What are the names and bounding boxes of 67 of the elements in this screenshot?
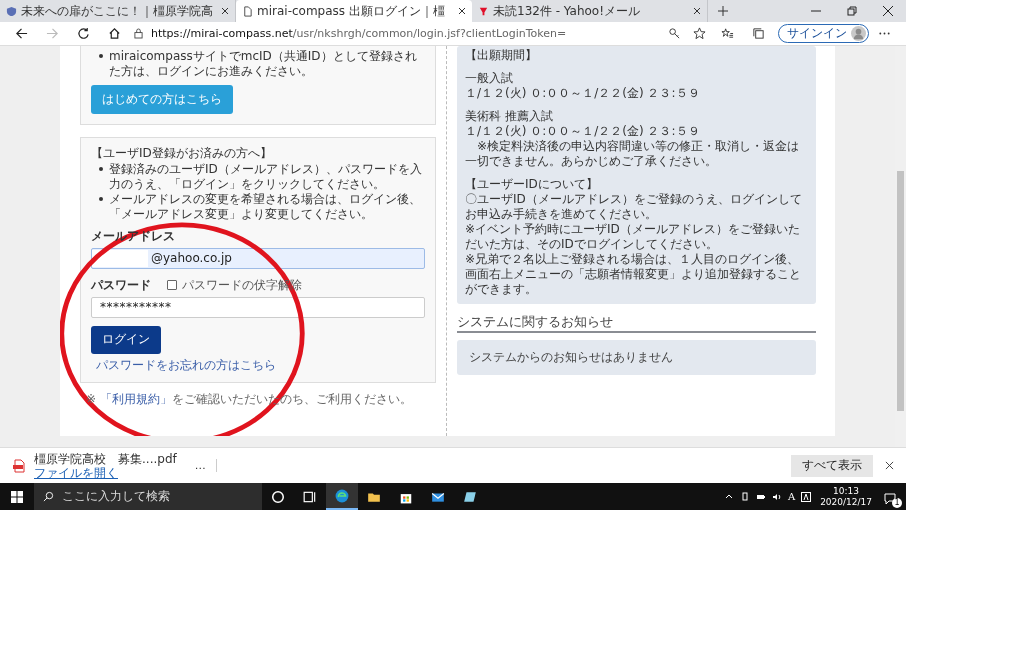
info-text: 【ユーザーIDについて】 xyxy=(465,176,599,192)
info-text: 【出願期間】 xyxy=(465,47,538,63)
bullet-dot xyxy=(99,196,103,201)
close-icon[interactable] xyxy=(885,461,894,471)
info-text: 美術科 推薦入試 xyxy=(465,108,554,124)
device-icon[interactable] xyxy=(739,491,750,502)
close-icon[interactable] xyxy=(883,6,893,16)
taskbar-search-field[interactable]: ここに入力して検索 xyxy=(34,483,262,510)
cortana-icon[interactable] xyxy=(271,489,285,504)
shield-icon xyxy=(6,5,17,17)
app-tray-icon[interactable] xyxy=(801,491,812,502)
bullet-dot xyxy=(99,53,103,58)
close-icon[interactable] xyxy=(221,7,229,15)
lock-icon xyxy=(134,27,143,39)
login-button[interactable]: ログイン xyxy=(91,325,161,354)
avatar-icon xyxy=(851,25,866,41)
star-icon[interactable] xyxy=(693,26,706,40)
show-all-button[interactable]: すべて表示 xyxy=(791,454,873,477)
tab-title: 未来への扉がここに！｜橿原学院高 xyxy=(21,2,214,20)
close-icon[interactable] xyxy=(458,7,466,15)
windows-start-icon[interactable] xyxy=(11,490,23,503)
password-label: パスワード xyxy=(91,276,151,294)
password-field[interactable]: *********** xyxy=(91,296,425,318)
info-text: １/１２(火) ０:００～１/２２(金) ２３:５９ xyxy=(465,123,701,139)
terms-link[interactable]: 「利用規約」 xyxy=(99,391,172,406)
info-text: ※兄弟で２名以上ご登録される場合は、１人目のログイン後、画面右上メニューの「志願者情報変更」より追加登録することができます。 xyxy=(465,251,802,297)
info-text: ※イベント予約時にユーザID（メールアドレス）をご登録いただいた方は、そのIDでログインしてください。 xyxy=(465,221,801,252)
open-file-link[interactable]: ファイルを開く xyxy=(34,465,177,480)
notice-text: システムからのお知らせはありません xyxy=(469,349,673,364)
address-field[interactable]: https://mirai-compass.net/usr/nkshrgh/common/login.jsf?clientLoginToken= xyxy=(130,23,712,44)
sign-in-button[interactable]: サインイン xyxy=(778,23,869,43)
bullet-text: 登録済みのユーザID（メールアドレス）、パスワードを入力のうえ、「ログイン」をクリックしてください。 xyxy=(109,161,423,192)
clock[interactable]: 10:13 2020/12/17 xyxy=(820,485,872,508)
more-button[interactable]: … xyxy=(184,459,217,473)
collections-icon[interactable] xyxy=(752,26,765,40)
back-icon[interactable] xyxy=(15,26,28,40)
checkbox[interactable] xyxy=(167,280,177,291)
close-icon[interactable] xyxy=(693,7,701,15)
tab-title: 未読132件 - Yahoo!メール xyxy=(493,2,641,20)
tablet-app-icon[interactable] xyxy=(463,489,477,504)
info-text: ※検定料決済後の申込内容間違い等の修正・取消し・返金は一切できません。あらかじめご了承ください。 xyxy=(465,138,801,169)
section-heading: システムに関するお知らせ xyxy=(457,313,816,333)
scrollbar[interactable] xyxy=(895,45,906,448)
key-icon[interactable] xyxy=(668,26,681,40)
forgot-password-link[interactable]: パスワードをお忘れの方はこちら xyxy=(96,356,276,374)
task-view-icon[interactable] xyxy=(303,489,317,504)
bullet-text: miraicompassサイトでmcID（共通ID）として登録された方は、ログインにお進みください。 xyxy=(109,48,418,79)
browser-icon[interactable] xyxy=(335,488,349,503)
plus-icon[interactable] xyxy=(718,6,728,16)
restore-icon[interactable] xyxy=(847,6,857,16)
download-file-name: 橿原学院高校 募集....pdf xyxy=(34,451,177,466)
tab-title: mirai-compass 出願ログイン｜橿 xyxy=(257,2,446,20)
pdf-file-icon xyxy=(12,458,26,473)
page-icon xyxy=(242,5,253,17)
refresh-icon[interactable] xyxy=(77,26,90,40)
bullet-text: メールアドレスの変更を希望される場合は、ログイン後、「メールアドレス変更」より変更してください。 xyxy=(109,191,422,222)
info-text: 一般入試 xyxy=(465,70,514,86)
favorites-icon[interactable] xyxy=(721,26,734,40)
browser-tab[interactable]: mirai-compass 出願ログイン｜橿 xyxy=(236,0,472,22)
email-field[interactable]: @yahoo.co.jp xyxy=(91,247,425,269)
section-heading: 【ユーザID登録がお済みの方へ】 xyxy=(91,145,273,161)
ime-mode[interactable]: A xyxy=(787,491,796,502)
bullet-dot xyxy=(99,166,103,171)
search-icon xyxy=(43,491,54,502)
info-text: 〇ユーザID（メールアドレス）をご登録のうえ、ログインしてお申込み手続きを進めてください。 xyxy=(465,191,803,222)
info-text: １/１２(火) ０:００～１/２２(金) ２３:５９ xyxy=(465,85,701,101)
home-icon[interactable] xyxy=(108,26,121,40)
